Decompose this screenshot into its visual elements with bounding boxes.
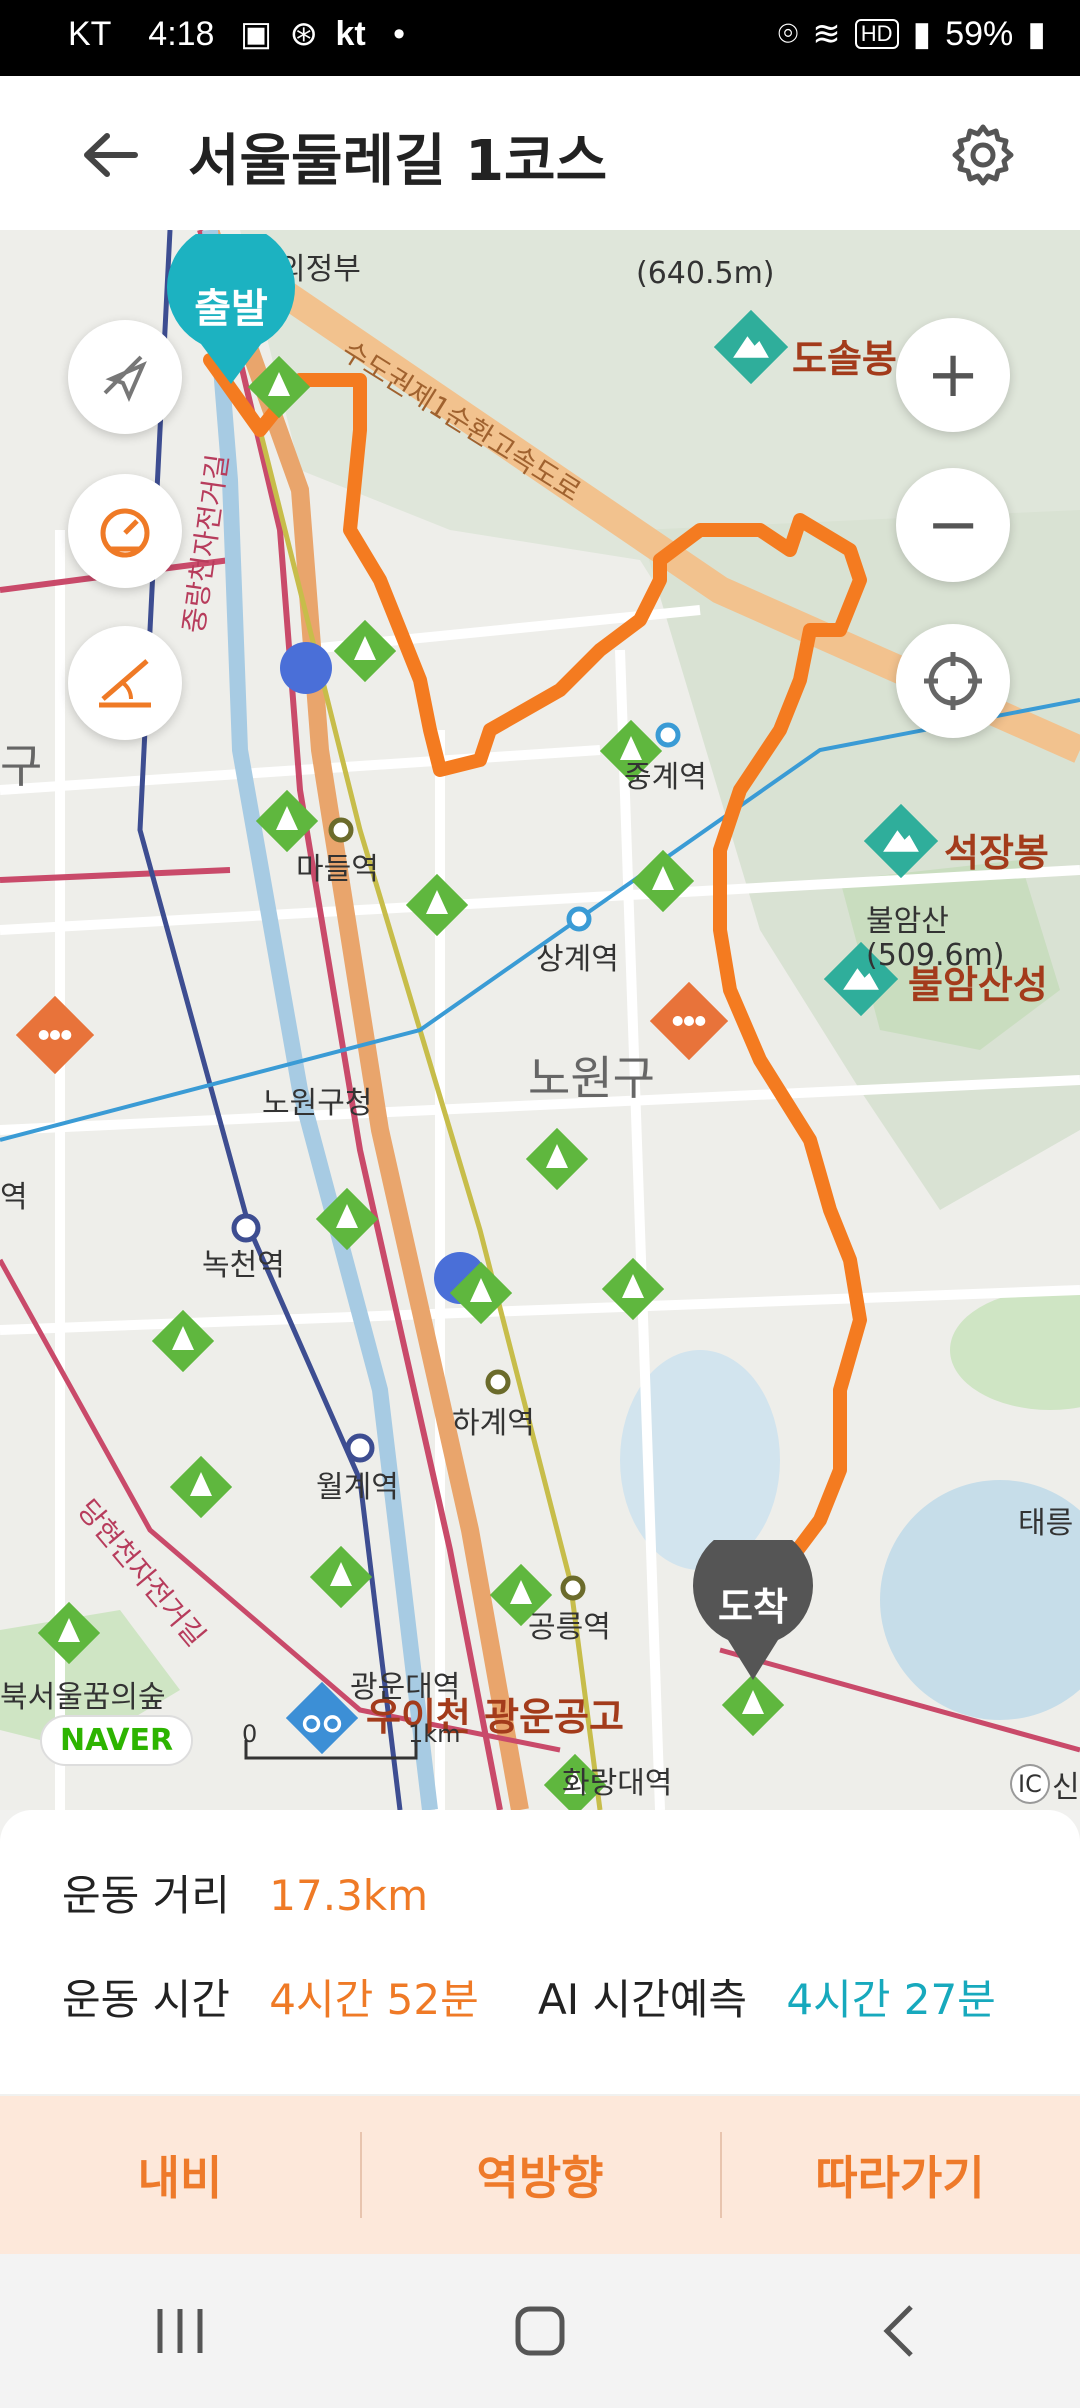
dot-icon: • <box>393 15 406 53</box>
zoom-out-button[interactable]: − <box>896 468 1010 582</box>
map-label: 상계역 <box>536 942 619 977</box>
home-button[interactable] <box>480 2271 600 2391</box>
battery-icon: ▮ <box>1027 15 1046 53</box>
map-label: 노원구청 <box>262 1086 373 1121</box>
page-title: 서울둘레길 1코스 <box>188 129 608 194</box>
back-nav-button[interactable] <box>840 2271 960 2391</box>
park-marker[interactable] <box>333 619 397 683</box>
ai-row: AI 시간예측 4시간 27분 <box>538 1966 996 2027</box>
minus-icon: − <box>926 488 980 562</box>
map-label: 불암산 <box>866 904 949 939</box>
battery-percent: 59% <box>945 14 1014 53</box>
scale-km: 1km <box>408 1720 461 1748</box>
my-location-button[interactable] <box>896 624 1010 738</box>
map-label: 공릉역 <box>528 1610 611 1645</box>
map-label: 하계역 <box>452 1406 535 1441</box>
compass-off-button[interactable] <box>68 320 182 434</box>
gear-icon <box>952 124 1014 186</box>
distance-label: 운동 거리 <box>62 1871 230 1920</box>
mountain-marker[interactable] <box>713 309 789 385</box>
end-pin[interactable]: 도착 <box>688 1540 818 1690</box>
back-arrow-icon <box>84 133 138 177</box>
end-pin-label: 도착 <box>718 1585 788 1629</box>
map-label: 녹천역 <box>202 1248 285 1283</box>
home-icon <box>515 2306 565 2356</box>
park-marker[interactable] <box>405 873 469 937</box>
distance-row: 운동 거리 17.3km <box>62 1862 428 1923</box>
park-marker[interactable] <box>37 1601 101 1665</box>
map-label: 노원구 <box>528 1051 655 1105</box>
reverse-direction-button[interactable]: 역방향 <box>360 2096 720 2254</box>
elevation-button[interactable] <box>68 626 182 740</box>
park-marker[interactable] <box>255 789 319 853</box>
system-nav-bar <box>0 2254 1080 2408</box>
map-label: 화랑대역 <box>562 1766 673 1801</box>
poi-more-marker[interactable] <box>15 995 95 1075</box>
clock: 4:18 <box>148 15 215 53</box>
gallery-icon: ▣ <box>239 15 273 53</box>
action-tabs: 내비 역방향 따라가기 <box>0 2096 1080 2254</box>
poi-more-marker[interactable] <box>649 981 729 1061</box>
status-bar: KT 4:18 ▣ ⊛ kt • ⌾ ≋ HD ▮ 59% ▮ <box>0 0 1080 76</box>
kt-icon: kt <box>335 15 366 53</box>
follow-button[interactable]: 따라가기 <box>720 2096 1080 2254</box>
map-view[interactable]: 의정부 (640.5m) 도솔봉 수도권제1순환고속도로 중랑천자전거길 석장봉… <box>0 230 1080 1810</box>
sensor-icon: ⊛ <box>289 15 319 53</box>
park-marker[interactable] <box>309 1545 373 1609</box>
map-label: IC <box>1010 1764 1050 1804</box>
recent-apps-icon <box>157 2309 203 2353</box>
map-label: 구 <box>0 739 43 793</box>
navigate-button[interactable]: 내비 <box>0 2096 360 2254</box>
course-info-panel: 운동 거리 17.3km 운동 시간 4시간 52분 AI 시간예측 4시간 2… <box>0 1810 1080 2094</box>
status-right: ⌾ ≋ HD ▮ 59% ▮ <box>778 14 1046 54</box>
map-label: 북서울꿈의숲 <box>0 1680 166 1715</box>
speedometer-icon <box>100 508 150 558</box>
distance-value: 17.3km <box>269 1871 429 1920</box>
map-label: 우이천 광운공고 <box>366 1695 624 1739</box>
map-label: 중계역 <box>624 760 707 795</box>
park-marker[interactable] <box>631 849 695 913</box>
park-marker[interactable] <box>525 1127 589 1191</box>
settings-button[interactable] <box>944 116 1022 194</box>
map-label: 도솔봉 <box>792 337 897 381</box>
map-label: 태릉 <box>1018 1506 1074 1541</box>
status-left: KT 4:18 ▣ ⊛ kt • <box>68 14 405 54</box>
location-icon: ⌾ <box>777 14 799 53</box>
map-label: 역 <box>0 1180 28 1215</box>
wifi-icon: ≋ <box>812 15 841 53</box>
mountain-marker[interactable] <box>863 803 939 879</box>
park-marker[interactable] <box>169 1455 233 1519</box>
park-marker[interactable] <box>449 1261 513 1325</box>
time-row: 운동 시간 4시간 52분 <box>62 1966 479 2027</box>
map-label: 월계역 <box>316 1470 399 1505</box>
map-label: 불암산성 <box>908 963 1048 1007</box>
recent-apps-button[interactable] <box>120 2271 240 2391</box>
compass-off-icon <box>103 355 147 403</box>
ai-value: 4시간 27분 <box>786 1975 996 2024</box>
park-marker[interactable] <box>151 1309 215 1373</box>
map-label: 마들역 <box>296 852 379 887</box>
hd-icon: HD <box>854 19 899 49</box>
map-label: 신 <box>1052 1770 1080 1805</box>
elevation-icon <box>99 659 151 708</box>
plus-icon: + <box>926 338 980 412</box>
app-header: 서울둘레길 1코스 <box>0 76 1080 230</box>
naver-logo: NAVER <box>40 1715 194 1766</box>
map-label: 석장봉 <box>944 831 1049 875</box>
carrier: KT <box>68 15 111 53</box>
park-marker[interactable] <box>601 1257 665 1321</box>
speed-button[interactable] <box>68 474 182 588</box>
back-button[interactable] <box>70 116 148 194</box>
time-label: 운동 시간 <box>62 1975 230 2024</box>
chevron-left-icon <box>883 2305 913 2357</box>
time-value: 4시간 52분 <box>269 1975 479 2024</box>
crosshair-icon <box>924 652 982 710</box>
signal-icon: ▮ <box>912 15 932 53</box>
map-label: (640.5m) <box>636 256 775 291</box>
park-marker[interactable] <box>315 1187 379 1251</box>
zoom-in-button[interactable]: + <box>896 318 1010 432</box>
ai-label: AI 시간예측 <box>538 1975 748 2024</box>
start-pin-label: 출발 <box>194 286 268 332</box>
